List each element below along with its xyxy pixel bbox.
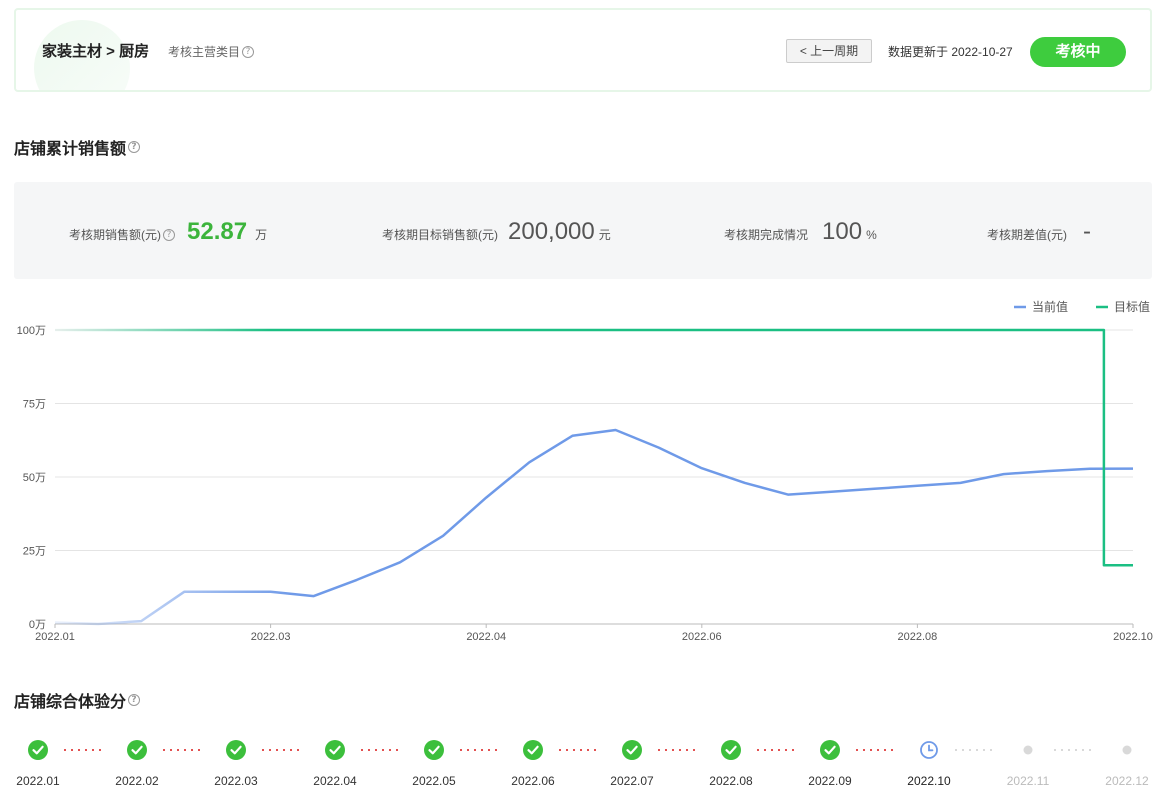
stat-completion: 考核期完成情况 100 %: [724, 218, 877, 246]
x-tick-label: 2022.04: [466, 631, 506, 643]
check-circle-icon[interactable]: [721, 740, 741, 760]
timeline-connector: [559, 749, 596, 751]
check-circle-icon[interactable]: [127, 740, 147, 760]
timeline-month-label: 2022.04: [313, 774, 357, 788]
stat-value: 52.87: [187, 218, 248, 245]
target-value-line: [55, 328, 1133, 567]
stat-label: 考核期差值(元): [987, 228, 1067, 242]
x-tick-label: 2022.10: [1113, 631, 1153, 643]
y-tick-label: 75万: [23, 399, 46, 411]
stat-label: 考核期目标销售额(元): [382, 228, 498, 242]
timeline-connector: [64, 749, 101, 751]
prev-period-button[interactable]: < 上一周期: [786, 39, 872, 63]
stat-label: 考核期销售额(元) ?: [69, 226, 175, 243]
pending-dot-icon[interactable]: [1018, 740, 1038, 760]
check-circle-icon[interactable]: [523, 740, 543, 760]
help-icon[interactable]: ?: [163, 228, 175, 241]
status-badge[interactable]: 考核中: [1030, 37, 1126, 67]
sales-section-title: 店铺累计销售额 ?: [14, 135, 141, 159]
timeline-connector: [757, 749, 794, 751]
header-card: 家装主材 > 厨房 考核主营类目 ? < 上一周期 数据更新于 2022-10-…: [14, 8, 1152, 92]
timeline-month-label: 2022.11: [1006, 774, 1050, 788]
sales-chart-svg: 0万 25万 50万 75万 100万 2022.01 2022.03 2022.04 2022…: [17, 299, 1153, 643]
check-circle-icon[interactable]: [226, 740, 246, 760]
timeline-connector: [460, 749, 497, 751]
timeline-month-label: 2022.12: [1105, 774, 1149, 788]
check-circle-icon[interactable]: [424, 740, 444, 760]
stat-period-sales: 考核期销售额(元) ? 52.87 万: [69, 218, 267, 246]
category-subtitle: 考核主营类目 ?: [168, 43, 255, 60]
sales-chart: 0万 25万 50万 75万 100万 2022.01 2022.03 2022.04 2022…: [0, 290, 1166, 655]
help-icon[interactable]: ?: [128, 141, 141, 153]
timeline-connector: [262, 749, 299, 751]
experience-timeline: 2022.01 2022.02 2022.03 2022.04 2022.05 2022.…: [0, 736, 1166, 796]
clock-icon[interactable]: [919, 740, 939, 760]
check-circle-icon[interactable]: [622, 740, 642, 760]
stat-value: 200,000: [508, 218, 595, 245]
update-time: 数据更新于 2022-10-27: [888, 45, 1013, 59]
stat-target-sales: 考核期目标销售额(元) 200,000 元: [382, 218, 611, 246]
help-icon[interactable]: ?: [128, 694, 141, 706]
timeline-month-label: 2022.06: [511, 774, 555, 788]
timeline-month-label: 2022.05: [412, 774, 456, 788]
pending-dot-icon[interactable]: [1117, 740, 1137, 760]
legend-label: 目标值: [1114, 299, 1150, 314]
x-tick-label: 2022.06: [682, 631, 722, 643]
category-subtitle-text: 考核主营类目: [168, 45, 241, 59]
timeline-connector: [856, 749, 893, 751]
stat-label: 考核期完成情况: [724, 228, 809, 242]
stat-value: 100: [822, 218, 863, 245]
experience-section-title: 店铺综合体验分 ?: [14, 688, 141, 712]
timeline-connector: [361, 749, 398, 751]
timeline-month-label: 2022.08: [709, 774, 753, 788]
breadcrumb: 家装主材 > 厨房: [42, 43, 150, 60]
check-circle-icon[interactable]: [820, 740, 840, 760]
experience-section-title-text: 店铺综合体验分: [14, 694, 127, 711]
stat-unit: %: [866, 228, 877, 242]
check-circle-icon[interactable]: [28, 740, 48, 760]
legend-label: 当前值: [1032, 299, 1068, 314]
stat-unit: 元: [598, 228, 611, 242]
sales-section-title-text: 店铺累计销售额: [14, 141, 127, 158]
x-tick-label: 2022.01: [35, 631, 75, 643]
timeline-connector: [1054, 749, 1091, 751]
check-circle-icon[interactable]: [325, 740, 345, 760]
timeline-month-label: 2022.09: [808, 774, 852, 788]
stat-label-text: 考核期销售额(元): [69, 228, 161, 242]
y-tick-label: 25万: [23, 546, 46, 558]
timeline-month-label: 2022.03: [214, 774, 258, 788]
x-tick-label: 2022.03: [251, 631, 291, 643]
sales-stats-card: 考核期销售额(元) ? 52.87 万 考核期目标销售额(元) 200,000 …: [14, 182, 1152, 279]
y-tick-label: 0万: [29, 619, 46, 631]
stat-value: -: [1083, 218, 1091, 245]
timeline-connector: [163, 749, 200, 751]
y-tick-label: 100万: [17, 325, 46, 337]
timeline-month-label: 2022.07: [610, 774, 654, 788]
timeline-month-label: 2022.10: [907, 774, 951, 788]
timeline-connector: [955, 749, 992, 751]
stat-difference: 考核期差值(元) -: [987, 218, 1095, 246]
timeline-month-label: 2022.02: [115, 774, 159, 788]
stat-unit: 万: [255, 228, 268, 242]
timeline-connector: [658, 749, 695, 751]
current-value-line: [54, 428, 1134, 626]
x-tick-label: 2022.08: [898, 631, 938, 643]
help-icon[interactable]: ?: [242, 45, 255, 58]
timeline-month-label: 2022.01: [16, 774, 60, 788]
y-tick-label: 50万: [23, 472, 46, 484]
